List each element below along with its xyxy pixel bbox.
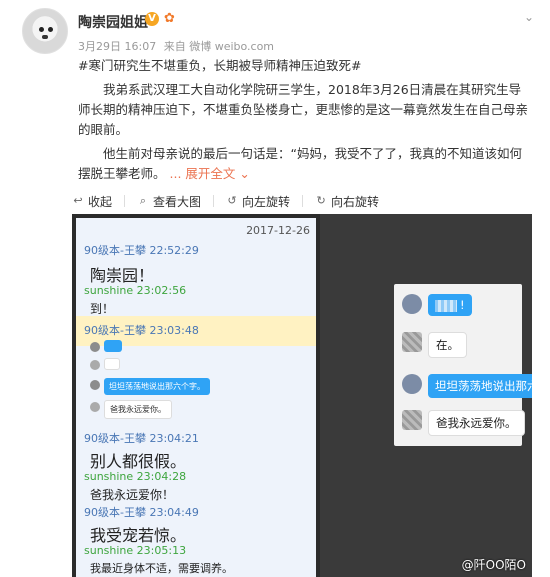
chat-message-body: 别人都很假。: [90, 452, 187, 471]
post-source: 来自 微博 weibo.com: [163, 40, 275, 53]
chat-bubble: 在。: [428, 332, 467, 358]
collapse-icon: ↩: [73, 194, 83, 207]
chat-bubble: !: [428, 294, 472, 316]
rotate-left-label: 向左旋转: [242, 194, 291, 209]
chat-bubble: [104, 358, 120, 370]
avatar: [90, 402, 100, 412]
image-toolbar: ↩ 收起 ⌕ 查看大图 ↺ 向左旋转 ↻ 向右旋转: [72, 190, 532, 212]
chat-message-header: 90级本-王攀 22:52:29: [84, 244, 199, 257]
chat-message-header: sunshine 23:05:13: [84, 544, 187, 557]
rotate-right-icon: ↻: [316, 194, 326, 207]
chat-bubble: [104, 340, 122, 352]
avatar[interactable]: [22, 8, 68, 54]
avatar: [402, 332, 422, 352]
view-large-button[interactable]: ⌕ 查看大图: [137, 193, 201, 210]
chat-message-header: sunshine 23:02:56: [84, 284, 187, 297]
view-large-label: 查看大图: [153, 194, 202, 209]
post-image[interactable]: 2017-12-26 90级本-王攀 22:52:29 陶崇园！ sunshin…: [72, 214, 532, 577]
chat-message-body: 到！: [90, 302, 115, 316]
divider: [213, 195, 215, 207]
post-header: 陶崇园姐姐 V ✿ 3月29日 16:07 来自 微博 weibo.com ⌄: [14, 8, 536, 58]
chat-message-body: 爸我永远爱你！: [90, 488, 175, 502]
chat-bubble: 爸我永远爱你。: [428, 410, 525, 436]
collapse-button[interactable]: ↩ 收起: [72, 193, 112, 210]
chat-bubble-text: !: [460, 298, 465, 312]
magnifier-icon: ⌕: [139, 194, 147, 207]
post-time[interactable]: 3月29日 16:07: [78, 40, 156, 53]
post-body: #寒门研究生不堪重负，长期被导师精神压迫致死# 我弟系武汉理工大自动化学院研三学…: [78, 56, 530, 188]
avatar-eye: [48, 27, 53, 32]
post-paragraph: 我弟系武汉理工大自动化学院研三学生，2018年3月26日清晨在其研究生导师长期的…: [78, 82, 529, 137]
post-paragraph-text: 他生前对母亲说的最后一句话是：“妈妈，我受不了了，我真的不知道该如何摆脱王攀老师…: [78, 146, 522, 181]
chat-message-body: 我受宠若惊。: [90, 526, 187, 545]
avatar-nose: [42, 35, 48, 39]
chat-message-header: 90级本-王攀 23:04:49: [84, 506, 199, 519]
avatar: [90, 360, 100, 370]
nested-chat-image: 坦坦荡荡地说出那六个字。 爸我永远爱你。: [86, 338, 306, 428]
avatar: [402, 410, 422, 430]
flower-icon: ✿: [164, 11, 175, 26]
chat-bubble: 爸我永远爱你。: [104, 400, 172, 419]
rotate-left-icon: ↺: [227, 194, 237, 207]
rotate-left-button[interactable]: ↺ 向左旋转: [226, 193, 290, 210]
divider: [302, 195, 304, 207]
username[interactable]: 陶崇园姐姐: [78, 12, 148, 32]
chat-zoom-panel: ! 在。 坦坦荡荡地说出那六个字。 爸我永远爱你。 @阡OO陌O: [320, 214, 532, 577]
avatar: [402, 294, 422, 314]
avatar: [402, 374, 422, 394]
avatar: [90, 342, 100, 352]
post-meta: 3月29日 16:07 来自 微博 weibo.com: [78, 38, 274, 54]
watermark: @阡OO陌O: [461, 558, 526, 572]
chat-bubble: 坦坦荡荡地说出那六个字。: [104, 378, 210, 395]
chat-bubble: 坦坦荡荡地说出那六个字。: [428, 374, 532, 398]
zoomed-chat-popup: ! 在。 坦坦荡荡地说出那六个字。 爸我永远爱你。: [394, 284, 532, 446]
blurred-text: [435, 299, 457, 312]
collapse-label: 收起: [88, 194, 113, 209]
rotate-right-label: 向右旋转: [331, 194, 380, 209]
chat-log-screenshot: 2017-12-26 90级本-王攀 22:52:29 陶崇园！ sunshin…: [76, 218, 316, 577]
avatar: [90, 380, 100, 390]
chat-message-header: 90级本-王攀 23:03:48: [84, 324, 199, 337]
chat-message-body: 我最近身体不适，需要调养。: [90, 562, 233, 575]
hashtag[interactable]: #寒门研究生不堪重负，长期被导师精神压迫致死#: [78, 56, 530, 76]
divider: [124, 195, 126, 207]
verified-badge-icon: V: [145, 12, 159, 26]
chat-message-header: 90级本-王攀 23:04:21: [84, 432, 199, 445]
rotate-right-button[interactable]: ↻ 向右旋转: [315, 193, 379, 210]
chat-message-header: sunshine 23:04:28: [84, 470, 187, 483]
chevron-down-icon[interactable]: ⌄: [524, 10, 534, 24]
avatar-eye: [39, 27, 44, 32]
expand-link[interactable]: ... 展开全文 ⌄: [170, 166, 250, 181]
chat-message-body: 陶崇园！: [90, 266, 155, 285]
chat-date: 2017-12-26: [246, 224, 310, 237]
post-paragraph: 他生前对母亲说的最后一句话是：“妈妈，我受不了了，我真的不知道该如何摆脱王攀老师…: [78, 144, 530, 184]
